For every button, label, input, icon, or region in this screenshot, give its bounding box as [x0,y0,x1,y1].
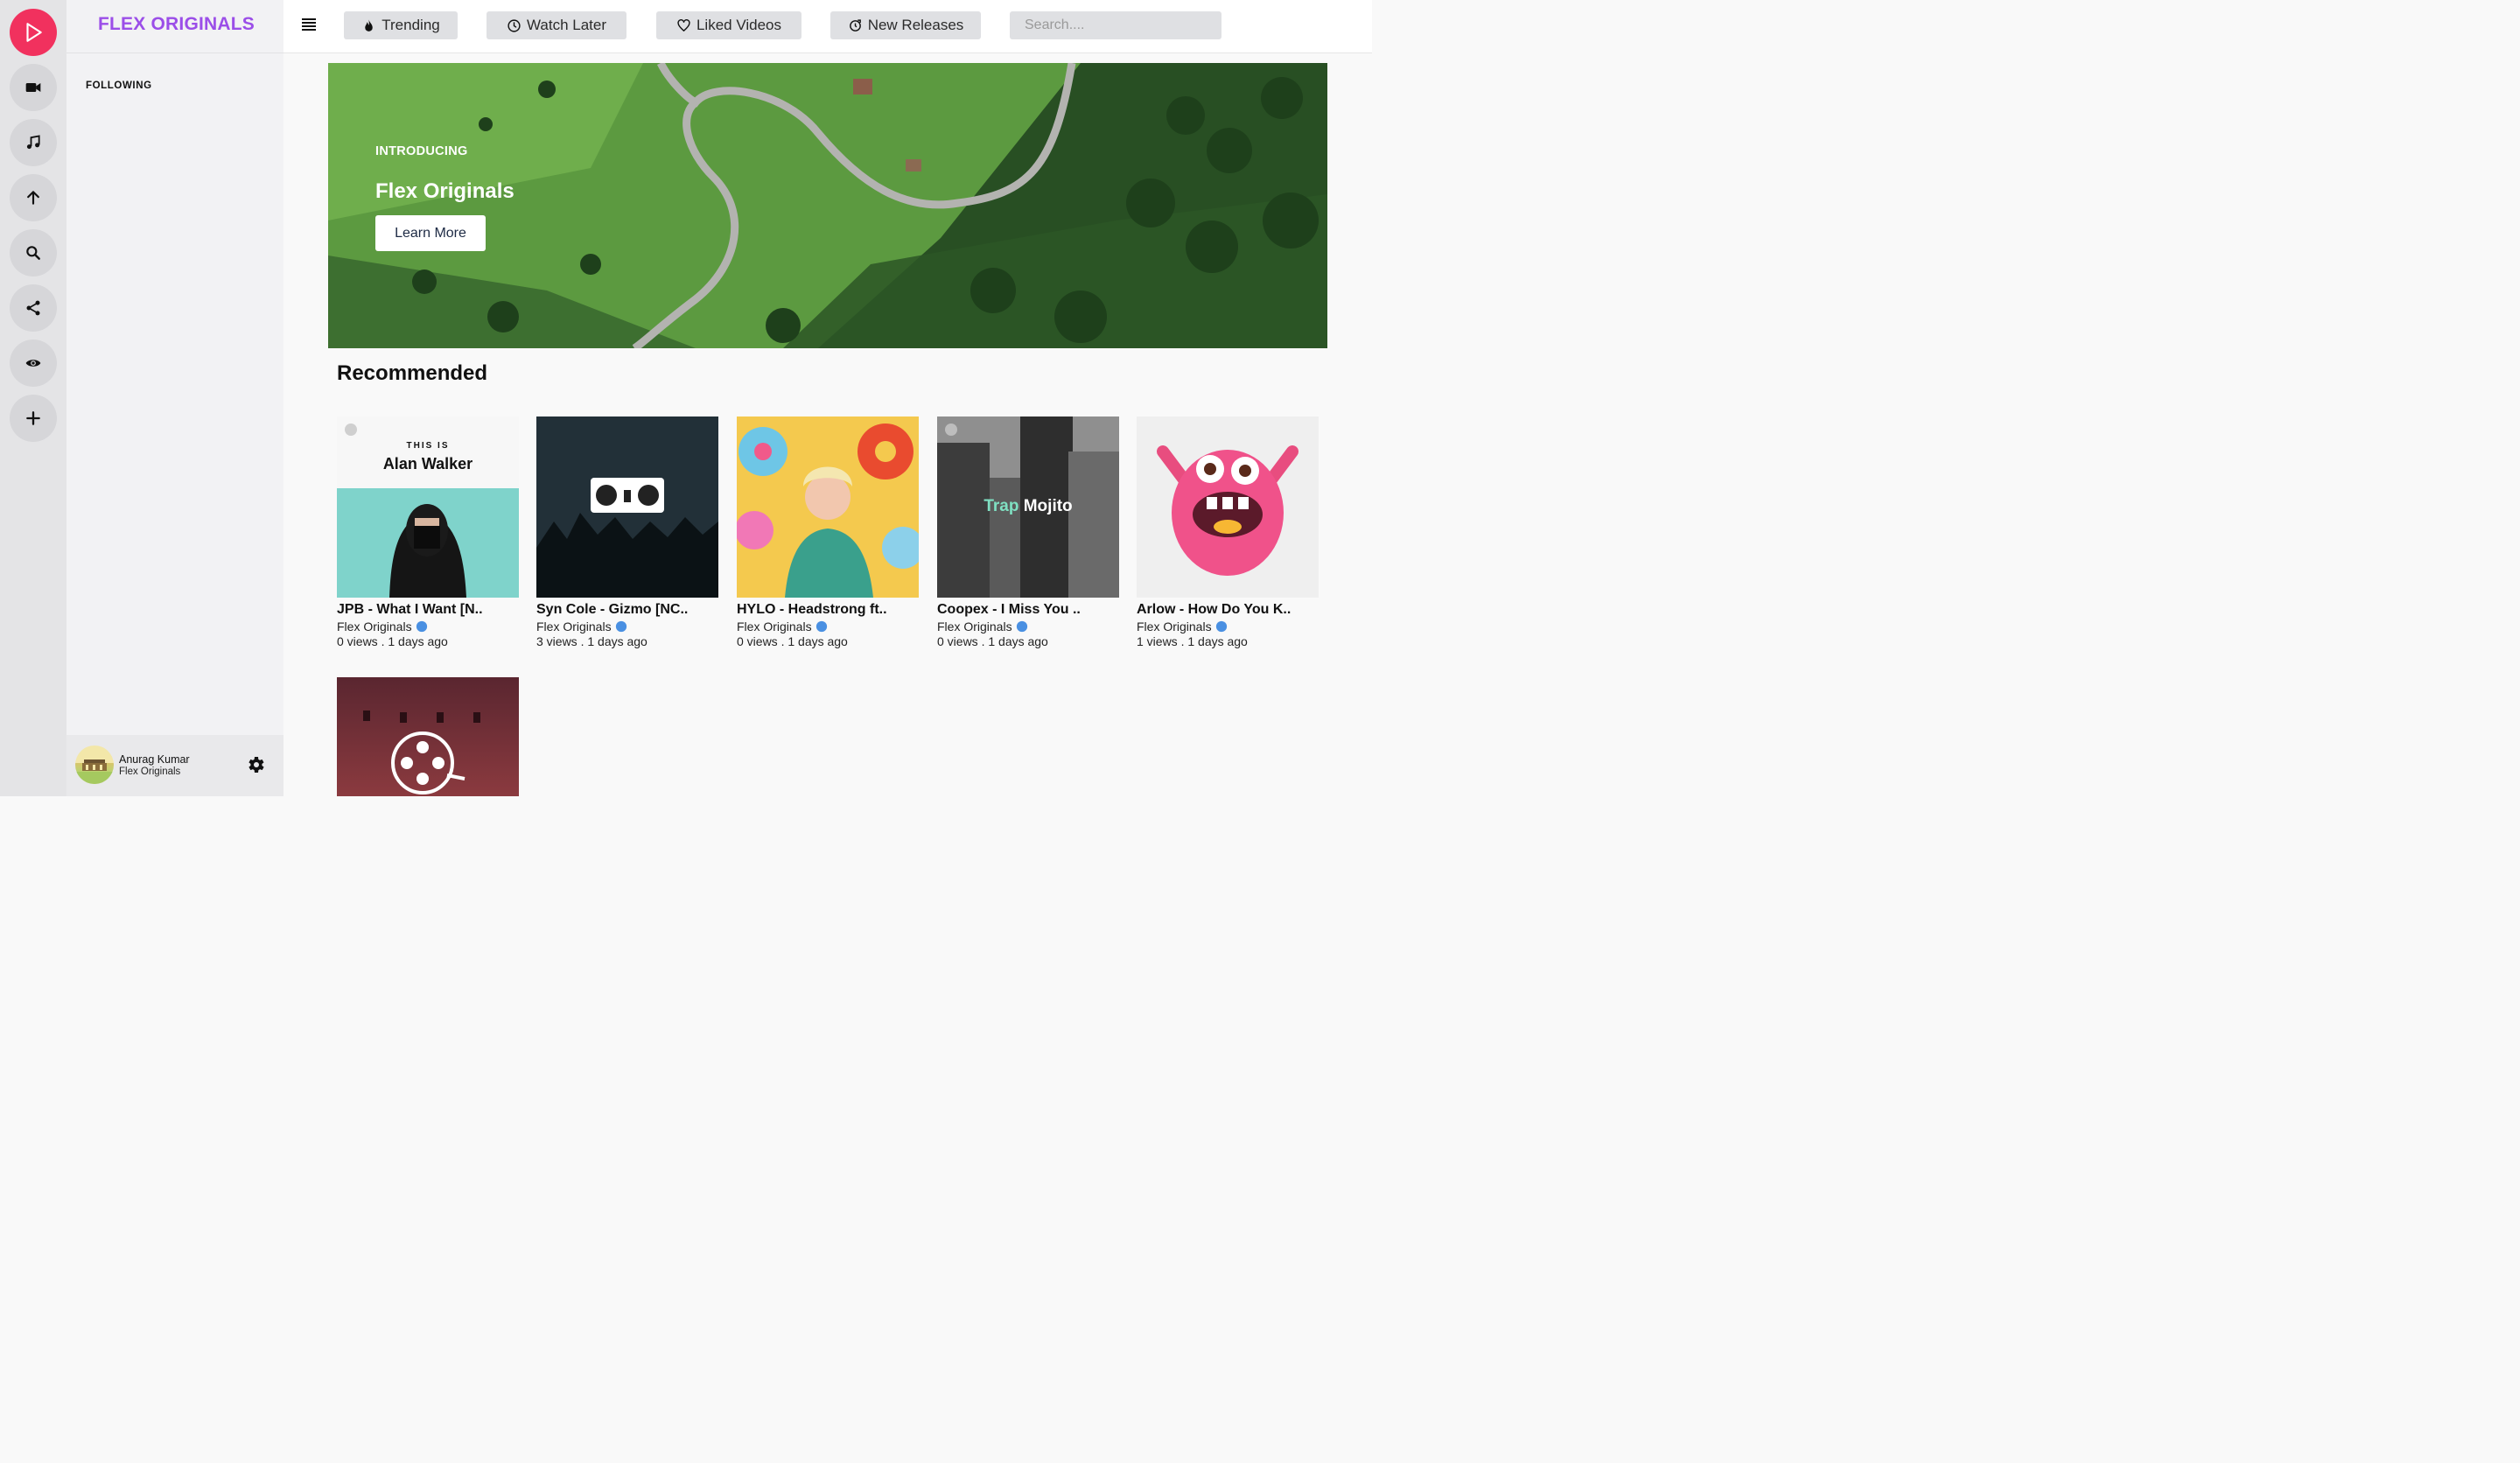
video-thumbnail[interactable] [536,416,718,598]
gear-icon[interactable] [245,754,266,775]
watch-later-label: Watch Later [526,17,607,33]
fire-icon [365,18,374,32]
video-camera-icon[interactable] [10,64,57,111]
video-thumbnail[interactable] [737,416,919,598]
video-meta: 3 views . 1 days ago [536,634,648,648]
liked-videos-label: Liked Videos [696,17,782,33]
video-card[interactable]: Trap Mojito Coopex - I Miss You .. Flex … [937,416,1119,648]
music-note-icon[interactable] [10,119,57,166]
plus-icon[interactable] [10,395,57,442]
hero-landscape-image [328,63,1327,348]
sidebar: FLEX ORIGINALS FOLLOWING Anurag Kumar Fl… [66,0,284,796]
search-input[interactable] [1010,11,1222,39]
video-title[interactable]: Arlow - How Do You K.. [1137,602,1319,618]
hero-title: Flex Originals [375,179,514,203]
channel-row: Flex Originals [337,620,519,634]
clock-icon [508,18,521,32]
user-name: Anurag Kumar [119,753,190,766]
hero-eyebrow: INTRODUCING [375,144,468,158]
video-thumbnail[interactable]: Trap Mojito [937,416,1119,598]
recommended-heading: Recommended [337,361,488,385]
page: FLEX ORIGINALS FOLLOWING Anurag Kumar Fl… [0,0,1372,796]
video-meta: 0 views . 1 days ago [737,634,848,648]
thumbnail-caption-big: Alan Walker [382,455,473,472]
trending-label: Trending [382,17,440,33]
play-logo-icon[interactable] [10,9,57,56]
watch-later-button[interactable]: Watch Later [486,11,626,39]
trending-button[interactable]: Trending [344,11,458,39]
new-releases-button[interactable]: New Releases [830,11,981,39]
release-icon [849,18,861,32]
video-card[interactable] [337,677,519,796]
video-title[interactable]: HYLO - Headstrong ft.. [737,602,919,618]
video-thumbnail[interactable] [337,677,519,796]
channel-row: Flex Originals [737,620,919,634]
channel-row: Flex Originals [1137,620,1319,634]
user-profile[interactable]: Anurag Kumar Flex Originals [66,735,284,796]
video-thumbnail[interactable]: THIS IS Alan Walker [337,416,519,598]
video-card[interactable]: Arlow - How Do You K.. Flex Originals 1 … [1137,416,1319,648]
icon-rail [0,0,66,796]
video-title[interactable]: Coopex - I Miss You .. [937,602,1119,618]
verified-icon [1016,620,1027,633]
video-title[interactable]: Syn Cole - Gizmo [NC.. [536,602,718,618]
video-card[interactable]: THIS IS Alan Walker JPB - What I Want [N… [337,416,519,648]
share-icon[interactable] [10,284,57,332]
video-meta: 0 views . 1 days ago [337,634,448,648]
avatar[interactable] [75,746,114,784]
divider [66,52,284,53]
liked-videos-button[interactable]: Liked Videos [656,11,802,39]
brand-logo[interactable]: FLEX ORIGINALS [98,14,255,35]
thumbnail-caption-a: Trap [984,497,1019,515]
verified-icon [816,620,827,633]
thumbnail-caption-small: THIS IS [406,441,450,451]
menu-list-icon[interactable] [301,18,317,32]
video-thumbnail[interactable] [1137,416,1319,598]
thumbnail-caption-b: Mojito [1018,497,1073,515]
channel-name[interactable]: Flex Originals [1137,620,1212,634]
top-bar: Trending Watch Later Liked Videos New Re… [284,0,1372,53]
thumbnail-caption: Trap Mojito [937,497,1119,516]
upload-arrow-icon[interactable] [10,174,57,221]
verified-icon [615,620,626,633]
eye-icon[interactable] [10,340,57,387]
video-card[interactable]: Syn Cole - Gizmo [NC.. Flex Originals 3 … [536,416,718,648]
video-meta: 1 views . 1 days ago [1137,634,1248,648]
search-icon[interactable] [10,229,57,276]
heart-icon [677,18,690,32]
channel-name[interactable]: Flex Originals [737,620,812,634]
verified-icon [1215,620,1227,633]
learn-more-button[interactable]: Learn More [375,215,486,251]
channel-name[interactable]: Flex Originals [337,620,412,634]
video-title[interactable]: JPB - What I Want [N.. [337,602,519,618]
following-heading: FOLLOWING [86,80,152,91]
channel-name[interactable]: Flex Originals [937,620,1012,634]
verified-icon [416,620,427,633]
video-card[interactable]: HYLO - Headstrong ft.. Flex Originals 0 … [737,416,919,648]
hero-banner[interactable]: INTRODUCING Flex Originals Learn More [328,63,1327,348]
channel-row: Flex Originals [536,620,718,634]
user-channel: Flex Originals [119,766,181,777]
channel-name[interactable]: Flex Originals [536,620,612,634]
video-meta: 0 views . 1 days ago [937,634,1048,648]
new-releases-label: New Releases [867,17,964,33]
channel-row: Flex Originals [937,620,1119,634]
